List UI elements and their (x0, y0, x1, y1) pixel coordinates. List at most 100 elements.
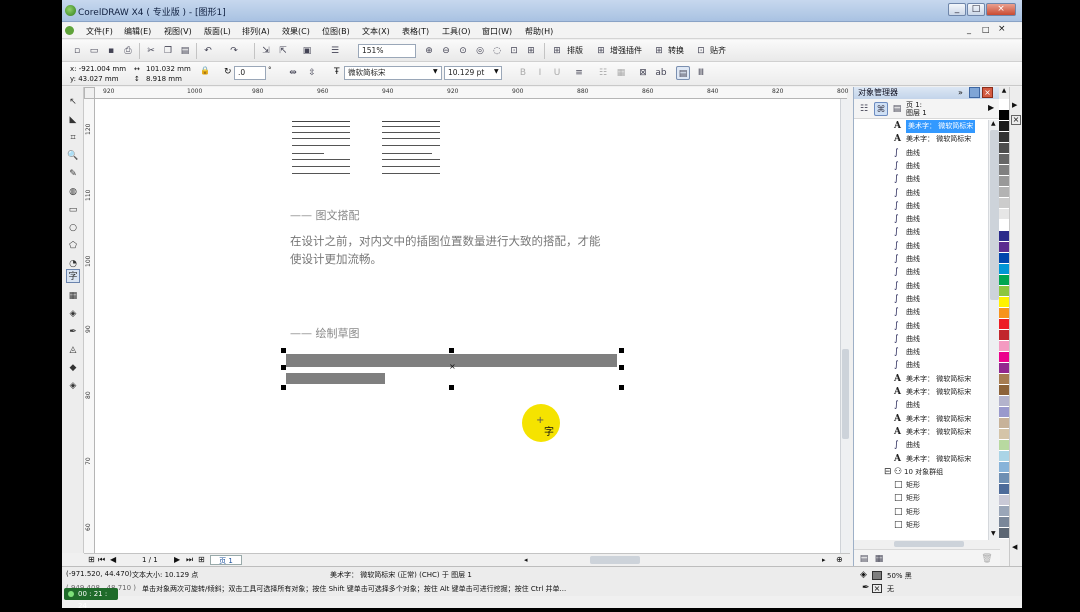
color-swatch[interactable] (999, 528, 1009, 539)
docker-arrow-icon[interactable]: ▶ (1012, 101, 1017, 109)
object-tree-item[interactable]: ∫ 曲线 (854, 173, 988, 186)
object-tree-item[interactable]: ∫ 曲线 (854, 160, 988, 173)
italic-icon[interactable]: I (533, 66, 547, 80)
interactive-fill-icon[interactable]: ◈ (66, 379, 80, 393)
font-family-select[interactable]: 微软简标宋 (344, 66, 442, 80)
enhance-plugin-button[interactable]: 增强插件 (610, 45, 642, 56)
ellipse-tool-icon[interactable]: ○ (66, 221, 80, 235)
object-tree-item[interactable]: ∫ 曲线 (854, 399, 988, 412)
object-tree-item[interactable]: A 美术字： 微软简标宋 (854, 413, 988, 426)
add-page-end-icon[interactable]: ⊞ (198, 555, 205, 564)
rectangle-tool-icon[interactable]: ▭ (66, 203, 80, 217)
color-swatch[interactable] (999, 165, 1009, 176)
menu-help[interactable]: 帮助(H) (525, 26, 553, 37)
mirror-h-icon[interactable]: ⇹ (286, 66, 300, 80)
horizontal-text-icon[interactable]: ▤ (676, 66, 690, 80)
docker-collapse-icon[interactable]: » (958, 88, 963, 97)
menu-effects[interactable]: 效果(C) (282, 26, 310, 37)
eyedropper-icon[interactable]: ✒ (66, 325, 80, 339)
object-tree-item[interactable]: ∫ 曲线 (854, 306, 988, 319)
color-swatch[interactable] (999, 473, 1009, 484)
new-icon[interactable]: ▫ (70, 44, 84, 58)
shape-tool-icon[interactable]: ◣ (66, 113, 80, 127)
freehand-tool-icon[interactable]: ✎ (66, 167, 80, 181)
color-swatch[interactable] (999, 187, 1009, 198)
mirror-v-icon[interactable]: ⇳ (305, 66, 319, 80)
color-swatch[interactable] (999, 451, 1009, 462)
docker-arrow-icon[interactable]: ◀ (1012, 543, 1017, 551)
last-page-icon[interactable]: ⏭ (186, 555, 193, 565)
object-tree-item[interactable]: □ 矩形 (854, 492, 988, 505)
object-tree-item[interactable]: □ 矩形 (854, 519, 988, 532)
polygon-tool-icon[interactable]: ⬠ (66, 239, 80, 253)
underline-icon[interactable]: U (550, 66, 564, 80)
hscroll-thumb[interactable] (590, 556, 640, 564)
color-swatch[interactable] (999, 429, 1009, 440)
selection-handle[interactable] (281, 365, 286, 370)
selection-handle[interactable] (619, 385, 624, 390)
first-page-icon[interactable]: ⏮ (98, 555, 105, 565)
color-swatch[interactable] (999, 462, 1009, 473)
paste-icon[interactable]: ▤ (178, 44, 192, 58)
color-swatch[interactable] (999, 495, 1009, 506)
prev-page-icon[interactable]: ◀ (110, 555, 116, 564)
add-page-icon[interactable]: ⊞ (88, 555, 95, 564)
color-swatch[interactable] (999, 253, 1009, 264)
color-swatch[interactable] (999, 352, 1009, 363)
object-tree-item[interactable]: ∫ 曲线 (854, 266, 988, 279)
edit-text-icon[interactable]: ab (654, 66, 668, 80)
color-swatch[interactable] (999, 319, 1009, 330)
object-tree-item[interactable]: A 美术字： 微软简标宋 (854, 426, 988, 439)
docker-close-button[interactable]: × (982, 87, 993, 98)
docker-minimize-button[interactable] (969, 87, 980, 98)
align-icon[interactable]: ≡ (572, 66, 586, 80)
object-tree-item[interactable]: A 美术字： 微软简标宋 (854, 373, 988, 386)
zoom-selected-icon[interactable]: ⊙ (456, 44, 470, 58)
sketch-bar[interactable] (286, 373, 385, 384)
minimize-button[interactable]: _ (948, 3, 966, 16)
color-swatch[interactable] (999, 209, 1009, 220)
outline-swatch[interactable]: × (872, 584, 882, 593)
object-tree-item[interactable]: ∫ 曲线 (854, 147, 988, 160)
ruler-origin[interactable] (84, 87, 95, 99)
no-color-swatch[interactable]: × (1011, 115, 1021, 125)
object-tree-item[interactable]: ∫ 曲线 (854, 253, 988, 266)
color-swatch[interactable] (999, 396, 1009, 407)
scroll-left-icon[interactable]: ◂ (524, 556, 532, 564)
color-swatch[interactable] (999, 363, 1009, 374)
object-tree-item[interactable]: ∫ 曲线 (854, 226, 988, 239)
color-swatch[interactable] (999, 264, 1009, 275)
scroll-thumb[interactable] (842, 349, 849, 439)
layout-button[interactable]: 排版 (567, 45, 583, 56)
color-swatch[interactable] (999, 330, 1009, 341)
doc-restore-button[interactable]: □ (982, 25, 990, 34)
docker-hscroll-thumb[interactable] (894, 541, 964, 547)
bold-icon[interactable]: B (516, 66, 530, 80)
save-icon[interactable]: ▪ (104, 44, 118, 58)
menu-file[interactable]: 文件(F) (86, 26, 113, 37)
pick-tool-icon[interactable]: ↖ (66, 95, 80, 109)
object-tree-item[interactable]: A 美术字： 微软简标宋 (854, 133, 988, 146)
zoom-all-icon[interactable]: ◎ (473, 44, 487, 58)
new-layer-icon[interactable]: ▤ (857, 552, 871, 566)
y-position[interactable]: y: 43.027 mm (70, 75, 119, 83)
cut-icon[interactable]: ✂ (144, 44, 158, 58)
zoom-nav-icon[interactable]: ⊕ (836, 555, 843, 564)
redo-icon[interactable]: ↷ (227, 44, 241, 58)
layer-manager-icon[interactable]: ▤ (890, 102, 904, 116)
delete-icon[interactable]: 🗑 (980, 552, 994, 566)
menu-edit[interactable]: 编辑(E) (124, 26, 151, 37)
scroll-up-icon[interactable]: ▲ (991, 120, 996, 127)
object-tree-item[interactable]: □ 矩形 (854, 479, 988, 492)
object-height[interactable]: 8.918 mm (146, 75, 182, 83)
color-swatch[interactable] (999, 385, 1009, 396)
show-properties-icon[interactable]: ☷ (857, 102, 871, 116)
scroll-down-icon[interactable]: ▼ (991, 530, 996, 537)
selection-handle[interactable] (449, 348, 454, 353)
docker-menu-icon[interactable]: ▶ (988, 103, 994, 112)
menu-bitmaps[interactable]: 位图(B) (322, 26, 350, 37)
selection-handle[interactable] (619, 365, 624, 370)
crop-tool-icon[interactable]: ⌗ (66, 131, 80, 145)
menu-table[interactable]: 表格(T) (402, 26, 429, 37)
zoom-out-icon[interactable]: ⊖ (439, 44, 453, 58)
